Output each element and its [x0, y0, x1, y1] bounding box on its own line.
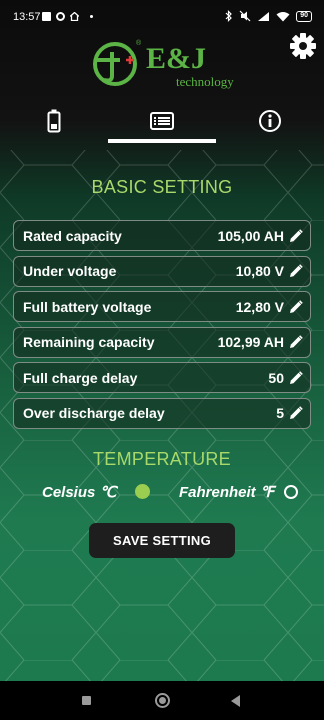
basic-setting-title: BASIC SETTING	[91, 177, 233, 197]
status-time: 13:57	[13, 11, 41, 23]
active-tab-indicator	[108, 139, 216, 143]
setting-row-remaining-capacity[interactable]: Remaining capacity 102,99 AH	[13, 326, 311, 358]
setting-label: Under voltage	[23, 263, 117, 280]
status-bar: 13:57 90	[0, 0, 324, 36]
system-nav-bar	[0, 681, 324, 720]
pencil-icon[interactable]	[289, 371, 303, 385]
setting-value: 50	[268, 369, 284, 386]
notification-icons	[42, 12, 93, 21]
gear-icon[interactable]	[289, 32, 317, 60]
notification-circle-icon	[56, 12, 65, 21]
setting-row-over-discharge-delay[interactable]: Over discharge delay 5	[13, 397, 311, 429]
tab-settings-list[interactable]	[142, 104, 182, 138]
setting-value: 5	[276, 405, 284, 422]
pencil-icon[interactable]	[289, 406, 303, 420]
recent-apps-icon[interactable]	[82, 696, 91, 705]
setting-label: Remaining capacity	[23, 334, 155, 351]
tab-info[interactable]	[250, 104, 290, 138]
setting-row-full-battery-voltage[interactable]: Full battery voltage 12,80 V	[13, 291, 311, 323]
setting-value: 12,80 V	[235, 298, 284, 315]
app-screen: 13:57 90 ® E&J technology BASIC SETTING …	[0, 0, 324, 681]
setting-label: Full battery voltage	[23, 298, 152, 315]
setting-row-rated-capacity[interactable]: Rated capacity 105,00 AH	[13, 220, 311, 251]
pencil-icon[interactable]	[289, 299, 303, 314]
save-setting-button[interactable]: SAVE SETTING	[89, 523, 235, 558]
pencil-icon[interactable]	[289, 228, 303, 243]
setting-label: Over discharge delay	[23, 405, 165, 422]
pencil-icon[interactable]	[289, 264, 303, 278]
tab-battery[interactable]	[34, 104, 74, 138]
settings-list: Rated capacity 105,00 AH Under voltage 1…	[13, 220, 311, 434]
pencil-icon[interactable]	[289, 335, 303, 349]
home-icon[interactable]	[155, 693, 170, 708]
notification-square-icon	[42, 12, 51, 21]
fahrenheit-label[interactable]: Fahrenheit ℉	[179, 483, 274, 501]
celsius-radio[interactable]	[135, 484, 150, 499]
setting-label: Full charge delay	[23, 369, 138, 386]
celsius-label[interactable]: Celsius ℃	[42, 483, 116, 501]
notification-dot-icon	[90, 15, 93, 18]
brand-subtitle: technology	[176, 74, 234, 89]
tab-bar	[0, 104, 324, 144]
list-icon	[150, 112, 174, 130]
info-icon	[259, 110, 281, 132]
setting-label: Rated capacity	[23, 227, 122, 244]
back-icon[interactable]	[231, 695, 240, 707]
bluetooth-icon	[225, 10, 233, 22]
notification-home-icon	[70, 12, 79, 21]
setting-row-under-voltage[interactable]: Under voltage 10,80 V	[13, 255, 311, 287]
setting-row-full-charge-delay[interactable]: Full charge delay 50	[13, 362, 311, 394]
fahrenheit-radio[interactable]	[284, 485, 298, 499]
system-icons: 90	[225, 10, 312, 22]
setting-value: 10,80 V	[235, 263, 284, 280]
temperature-unit-selector: Celsius ℃ Fahrenheit ℉	[0, 481, 324, 503]
wifi-icon	[276, 11, 290, 21]
setting-value: 105,00 AH	[217, 227, 284, 244]
signal-icon	[258, 11, 270, 21]
brand-name: E&J	[146, 42, 206, 75]
battery-icon	[47, 109, 61, 133]
battery-level: 90	[296, 10, 312, 22]
setting-value: 102,99 AH	[217, 334, 284, 351]
registered-mark: ®	[136, 39, 142, 47]
mute-icon	[239, 10, 251, 22]
temperature-title: TEMPERATURE	[93, 449, 231, 469]
